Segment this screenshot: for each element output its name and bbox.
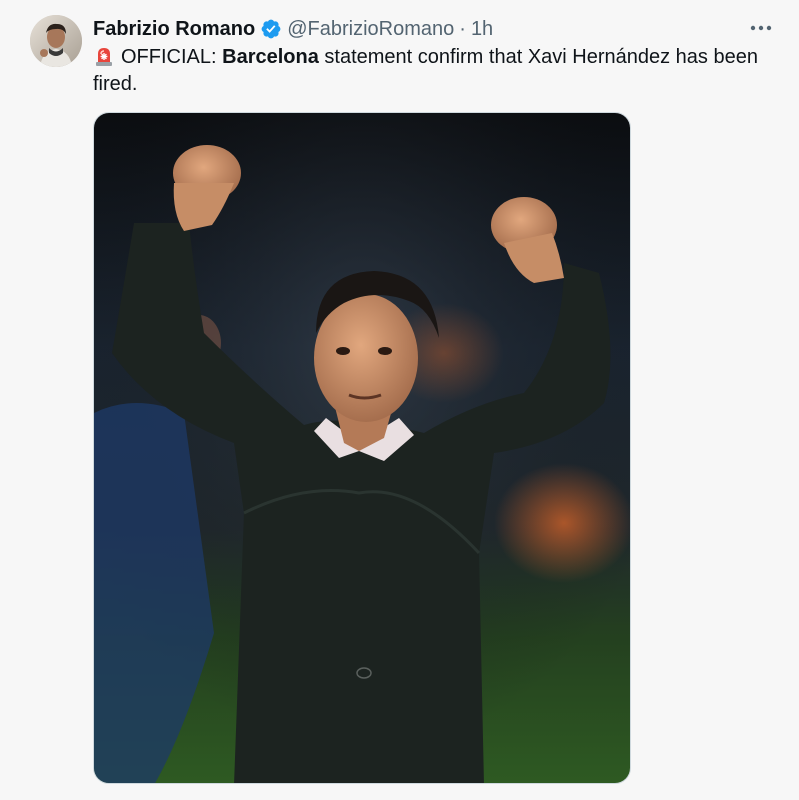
tweet-text-prefix: OFFICIAL: (121, 46, 223, 68)
photo-image (94, 113, 630, 783)
more-options-icon[interactable] (748, 18, 774, 38)
tweet-photo[interactable] (93, 112, 631, 784)
timestamp[interactable]: 1h (471, 16, 493, 42)
handle[interactable]: @FabrizioRomano (287, 16, 454, 42)
tweet-text: OFFICIAL: Barcelona statement confirm th… (93, 44, 783, 98)
tweet-text-bold: Barcelona (222, 46, 319, 68)
avatar-image (30, 15, 82, 67)
tweet[interactable]: Fabrizio Romano @FabrizioRomano · 1h OFF… (0, 0, 799, 800)
verified-badge-icon (261, 19, 281, 39)
separator-dot: · (459, 18, 466, 40)
display-name[interactable]: Fabrizio Romano (93, 16, 255, 42)
tweet-header: Fabrizio Romano @FabrizioRomano · 1h (93, 16, 493, 42)
siren-emoji-icon (96, 48, 112, 66)
avatar[interactable] (30, 15, 82, 67)
